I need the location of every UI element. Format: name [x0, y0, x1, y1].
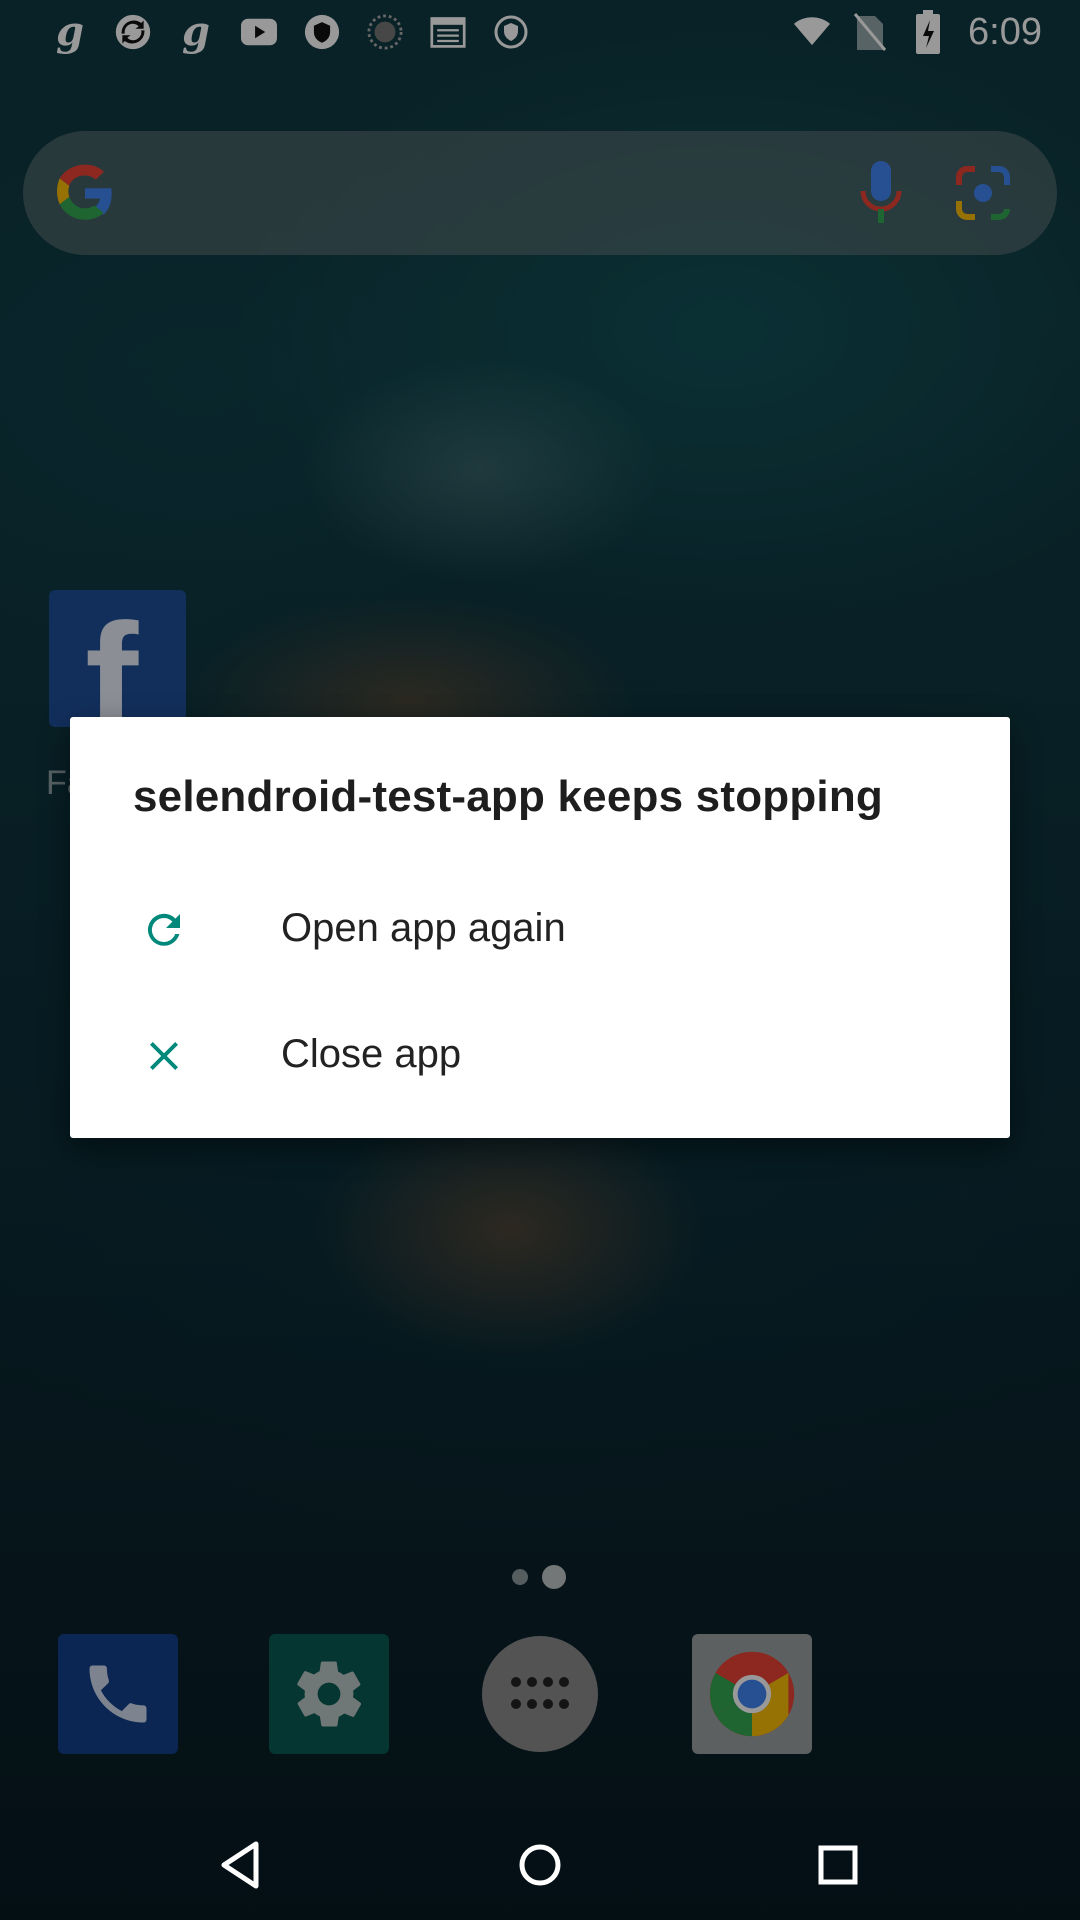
close-icon	[140, 1032, 188, 1080]
back-button[interactable]	[206, 1830, 276, 1900]
recents-button[interactable]	[803, 1830, 873, 1900]
back-icon	[221, 1841, 259, 1889]
open-app-again-button[interactable]: Open app again	[70, 870, 1010, 990]
navigation-bar	[0, 1810, 1080, 1920]
dialog-title: selendroid-test-app keeps stopping	[133, 772, 884, 821]
app-crash-dialog: selendroid-test-app keeps stopping Open …	[70, 717, 1010, 1138]
close-app-button[interactable]: Close app	[70, 996, 1010, 1116]
close-app-label: Close app	[281, 1032, 462, 1076]
home-icon	[519, 1844, 561, 1886]
open-app-again-label: Open app again	[281, 906, 566, 950]
home-button[interactable]	[505, 1830, 575, 1900]
recents-icon	[818, 1845, 858, 1885]
refresh-icon	[140, 906, 188, 954]
